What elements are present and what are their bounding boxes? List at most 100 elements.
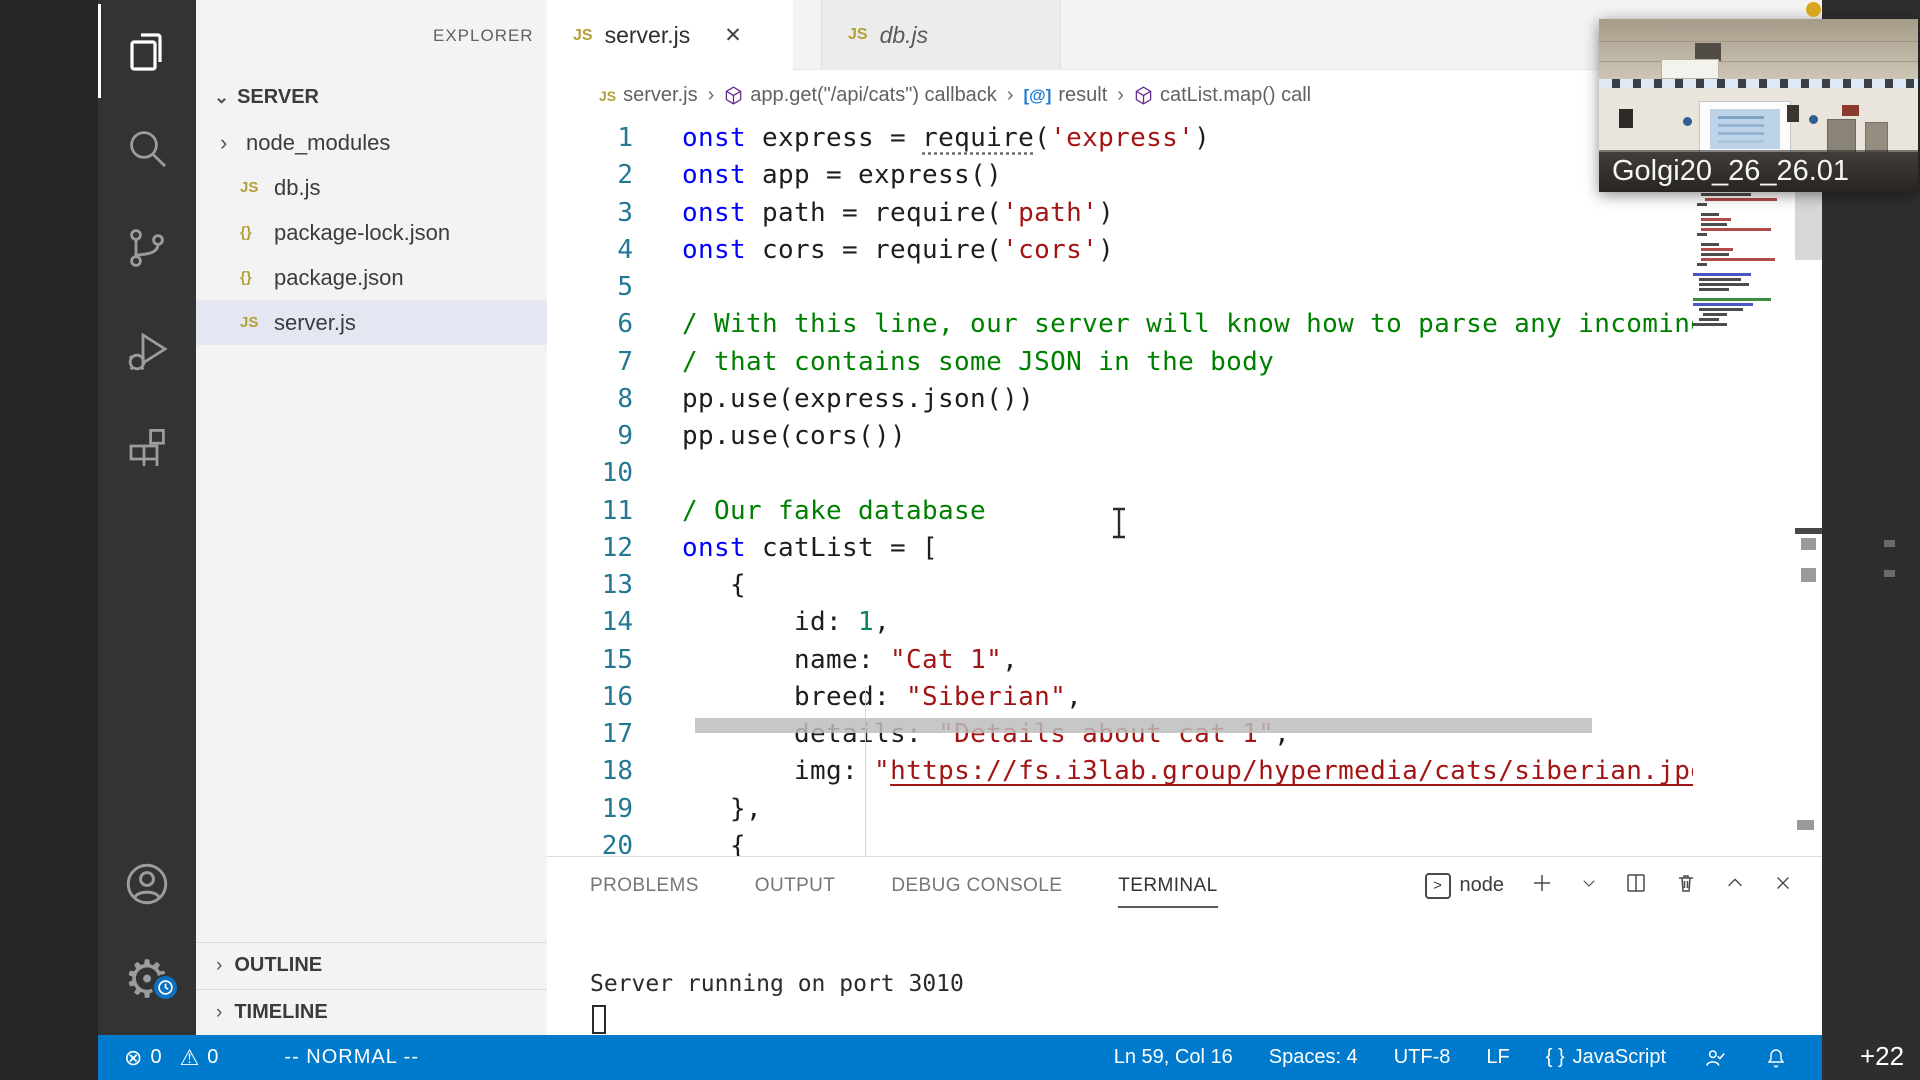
code-line-11[interactable]: / Our fake database	[682, 493, 1693, 530]
video-speaker	[1619, 109, 1633, 128]
workspace-name: SERVER	[237, 86, 319, 109]
video-wall-badge	[1809, 115, 1818, 124]
vertical-scrollbar[interactable]	[1795, 190, 1822, 260]
tab-server-js[interactable]: JS server.js ✕	[547, 0, 793, 71]
extensions-icon[interactable]	[98, 412, 196, 484]
breadcrumb-label: catList.map() call	[1160, 84, 1311, 107]
line-number: 6	[547, 306, 633, 343]
tab-db-js[interactable]: JS db.js	[821, 0, 1061, 70]
explorer-item-db-js[interactable]: JSdb.js	[196, 165, 547, 210]
file-name: server.js	[274, 310, 356, 336]
minimap[interactable]	[1693, 193, 1793, 328]
cursor-position[interactable]: Ln 59, Col 16	[1114, 1046, 1233, 1069]
split-terminal-button[interactable]	[1624, 871, 1648, 900]
tab-output[interactable]: OUTPUT	[755, 875, 836, 908]
minimap-line	[1693, 298, 1771, 301]
terminal-dropdown-chevron[interactable]	[1580, 874, 1598, 897]
screen-recording-video-overlay[interactable]: Golgi20_26_26.01	[1599, 19, 1918, 192]
explorer-icon[interactable]	[98, 16, 196, 88]
minimap-line	[1699, 318, 1719, 321]
terminal-cursor	[592, 1005, 606, 1034]
code-editor[interactable]: onst express = require('express')onst ap…	[682, 120, 1693, 866]
overflow-count-badge[interactable]: +22	[1860, 1041, 1904, 1072]
explorer-item-server-js[interactable]: JSserver.js	[196, 300, 547, 345]
problems-status[interactable]: ⊗ 0 ⚠ 0	[124, 1045, 218, 1071]
terminal-shell-selector[interactable]: > node	[1425, 873, 1505, 899]
new-terminal-button[interactable]	[1530, 871, 1554, 900]
search-icon[interactable]	[98, 112, 196, 184]
line-number: 1	[547, 120, 633, 157]
code-line-19[interactable]: },	[682, 791, 1693, 828]
explorer-item-node-modules[interactable]: ›node_modules	[196, 120, 547, 165]
horizontal-scrollbar[interactable]	[695, 718, 1592, 733]
code-line-14[interactable]: id: 1,	[682, 604, 1693, 641]
code-line-4[interactable]: onst cors = require('cors')	[682, 232, 1693, 269]
bell-icon[interactable]	[1764, 1046, 1788, 1070]
strip-mark	[1884, 540, 1895, 547]
code-line-3[interactable]: onst path = require('path')	[682, 195, 1693, 232]
minimap-line	[1693, 273, 1751, 276]
panel-tabs: PROBLEMS OUTPUT DEBUG CONSOLE TERMINAL	[590, 875, 1218, 908]
breadcrumb-file[interactable]: JS server.js	[599, 84, 698, 107]
close-tab-icon[interactable]: ✕	[724, 23, 742, 48]
js-file-icon: JS	[573, 27, 593, 45]
code-line-18[interactable]: img: "https://fs.i3lab.group/hypermedia/…	[682, 753, 1693, 790]
outline-section[interactable]: › OUTLINE	[196, 942, 547, 988]
code-line-9[interactable]: pp.use(cors())	[682, 418, 1693, 455]
kill-terminal-button[interactable]	[1674, 871, 1698, 900]
code-line-6[interactable]: / With this line, our server will know h…	[682, 306, 1693, 343]
source-control-icon[interactable]	[98, 212, 196, 284]
language-mode[interactable]: { } JavaScript	[1546, 1046, 1666, 1069]
line-number: 7	[547, 344, 633, 381]
tab-debug-console[interactable]: DEBUG CONSOLE	[891, 875, 1062, 908]
explorer-item-package-json[interactable]: {}package.json	[196, 255, 547, 300]
tab-label: db.js	[880, 22, 929, 49]
code-line-1[interactable]: onst express = require('express')	[682, 120, 1693, 157]
account-icon[interactable]	[98, 848, 196, 920]
js-file-icon: JS	[240, 314, 274, 331]
vscode-screen: ⚙ EXPLORER ⋯ ⌄ SERVER ›node_modulesJSdb.…	[0, 0, 1920, 1080]
tab-terminal[interactable]: TERMINAL	[1118, 875, 1217, 908]
close-panel-button[interactable]	[1772, 872, 1794, 899]
tab-problems[interactable]: PROBLEMS	[590, 875, 699, 908]
video-projection-screen	[1699, 101, 1791, 157]
overview-ruler-mark	[1801, 538, 1816, 550]
maximize-panel-button[interactable]	[1724, 872, 1746, 899]
breadcrumb-symbol-result[interactable]: [@] result	[1023, 84, 1107, 107]
mouse-cursor-ibeam	[1108, 507, 1130, 539]
line-number: 17	[547, 716, 633, 753]
code-line-15[interactable]: name: "Cat 1",	[682, 642, 1693, 679]
code-line-16[interactable]: breed: "Siberian",	[682, 679, 1693, 716]
code-line-7[interactable]: / that contains some JSON in the body	[682, 344, 1693, 381]
code-line-12[interactable]: onst catList = [	[682, 530, 1693, 567]
run-debug-icon[interactable]	[98, 316, 196, 388]
settings-gear-icon[interactable]: ⚙	[98, 944, 196, 1016]
eol-setting[interactable]: LF	[1486, 1046, 1509, 1069]
timeline-section[interactable]: › TIMELINE	[196, 989, 547, 1035]
video-classroom-ceiling	[1599, 19, 1918, 81]
video-wall-badge	[1683, 117, 1692, 126]
code-line-10[interactable]	[682, 455, 1693, 492]
breadcrumb-symbol-map-call[interactable]: catList.map() call	[1134, 84, 1311, 107]
code-line-8[interactable]: pp.use(express.json())	[682, 381, 1693, 418]
indentation-setting[interactable]: Spaces: 4	[1269, 1046, 1358, 1069]
code-line-5[interactable]	[682, 269, 1693, 306]
js-file-icon: JS	[240, 179, 274, 196]
code-line-13[interactable]: {	[682, 567, 1693, 604]
encoding-setting[interactable]: UTF-8	[1394, 1046, 1451, 1069]
line-number: 16	[547, 679, 633, 716]
json-braces-icon: {}	[240, 224, 274, 241]
breadcrumb-symbol-callback[interactable]: app.get("/api/cats") callback	[724, 84, 997, 107]
workspace-section-header[interactable]: ⌄ SERVER	[196, 78, 547, 116]
minimap-line	[1699, 283, 1749, 286]
minimap-line	[1701, 193, 1751, 196]
line-number: 10	[547, 455, 633, 492]
chevron-right-icon: ›	[216, 1002, 222, 1024]
minimap-line	[1703, 313, 1727, 316]
desktop-left-strip	[0, 0, 98, 1080]
code-line-2[interactable]: onst app = express()	[682, 157, 1693, 194]
minimap-line	[1697, 233, 1707, 236]
feedback-icon[interactable]	[1702, 1045, 1728, 1071]
explorer-item-package-lock-json[interactable]: {}package-lock.json	[196, 210, 547, 255]
bottom-panel: PROBLEMS OUTPUT DEBUG CONSOLE TERMINAL >…	[547, 856, 1822, 1035]
